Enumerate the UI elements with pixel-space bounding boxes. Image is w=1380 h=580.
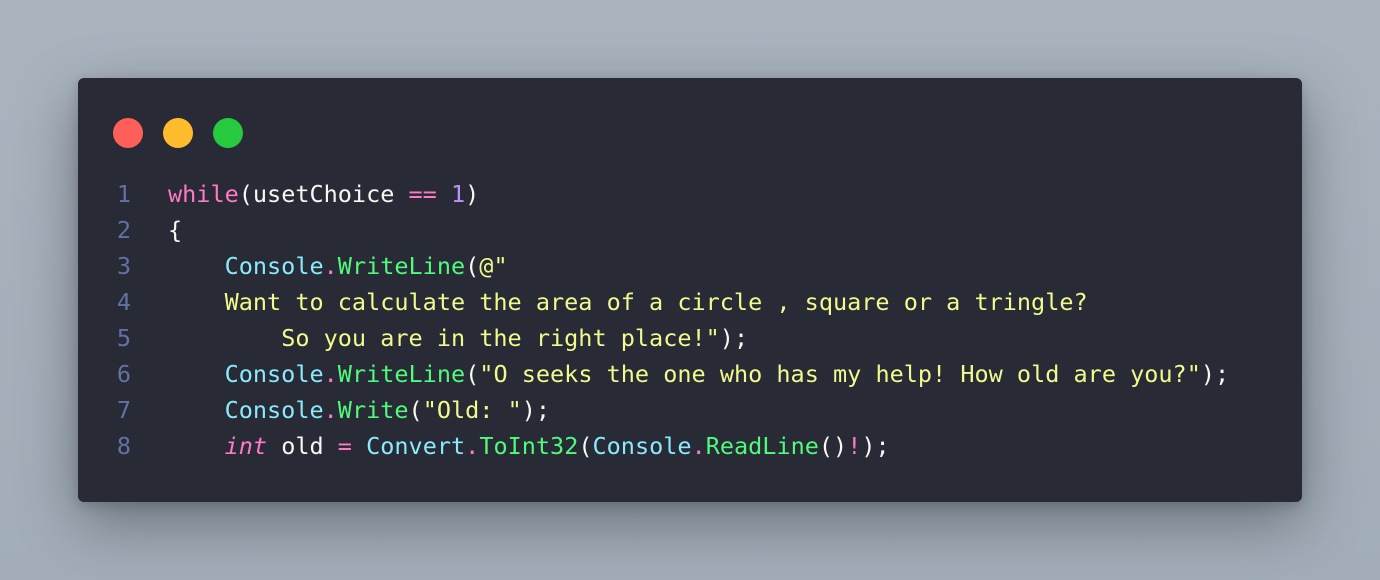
- code-token: );: [861, 432, 890, 460]
- code-token: Console: [224, 360, 324, 388]
- code-token: =: [337, 432, 352, 460]
- minimize-dot-icon[interactable]: [163, 118, 193, 148]
- line-number: 3: [116, 252, 131, 280]
- code-line: 1 while(usetChoice == 1): [78, 176, 1229, 212]
- line-number: 4: [116, 288, 131, 316]
- code-token: ): [465, 180, 480, 208]
- code-token: old: [267, 432, 338, 460]
- code-line: 8 int old = Convert.ToInt32(Console.Read…: [78, 428, 1229, 464]
- code-line: 6 Console.WriteLine("O seeks the one who…: [78, 356, 1229, 392]
- code-token: ReadLine: [705, 432, 819, 460]
- code-token: Convert: [366, 432, 466, 460]
- code-token: .: [323, 396, 338, 424]
- code-token: .: [465, 432, 480, 460]
- code-token: );: [521, 396, 551, 424]
- code-token: Console: [224, 396, 324, 424]
- code-token: !: [847, 432, 862, 460]
- line-number: 1: [116, 180, 131, 208]
- code-token: WriteLine: [337, 252, 466, 280]
- code-token: 1: [450, 180, 466, 208]
- code-token: "Old: ": [422, 396, 522, 424]
- code-line: 5 So you are in the right place!");: [78, 320, 1229, 356]
- code-token: int: [224, 432, 268, 460]
- code-line: 7 Console.Write("Old: ");: [78, 392, 1229, 428]
- line-number: 7: [116, 396, 131, 424]
- line-number: 8: [116, 432, 131, 460]
- line-number: 5: [116, 324, 131, 352]
- code-token: "O seeks the one who has my help! How ol…: [479, 360, 1201, 388]
- code-token: );: [1200, 360, 1230, 388]
- code-token: Want to calculate the area of a circle ,…: [224, 288, 1088, 316]
- code-token: (): [818, 432, 848, 460]
- code-token: (: [465, 252, 480, 280]
- code-token: Console: [592, 432, 692, 460]
- code-token: Console: [224, 252, 324, 280]
- code-token: .: [691, 432, 706, 460]
- code-token: );: [719, 324, 749, 352]
- code-token: .: [323, 252, 338, 280]
- code-token: ToInt32: [479, 432, 579, 460]
- code-line: 3 Console.WriteLine(@": [78, 248, 1229, 284]
- code-token: @": [479, 252, 508, 280]
- window-controls: [113, 118, 243, 148]
- code-line: 4 Want to calculate the area of a circle…: [78, 284, 1229, 320]
- code-token: (: [578, 432, 593, 460]
- code-block: 1 while(usetChoice == 1) 2{3 Console.Write…: [78, 176, 1229, 464]
- line-number: 6: [116, 360, 131, 388]
- code-token: (usetChoice: [238, 180, 409, 208]
- code-token: So you are in the right place!": [281, 324, 720, 352]
- close-dot-icon[interactable]: [113, 118, 143, 148]
- code-token: WriteLine: [337, 360, 466, 388]
- line-number: 2: [116, 216, 131, 244]
- code-window: 1 while(usetChoice == 1) 2{3 Console.Write…: [78, 78, 1302, 502]
- code-token: while: [168, 180, 239, 208]
- code-token: ==: [408, 180, 437, 208]
- maximize-dot-icon[interactable]: [213, 118, 243, 148]
- code-token: (: [465, 360, 480, 388]
- code-line: 2{: [78, 212, 1229, 248]
- code-token: {: [168, 216, 183, 244]
- code-token: Write: [337, 396, 409, 424]
- code-token: .: [323, 360, 338, 388]
- code-token: (: [408, 396, 423, 424]
